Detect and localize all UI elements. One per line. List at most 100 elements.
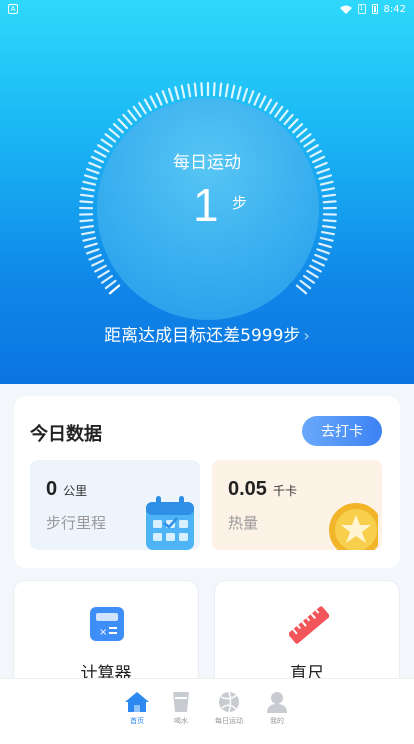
ring-tick <box>82 236 97 242</box>
home-icon <box>125 692 149 712</box>
ring-tick <box>319 236 334 242</box>
distance-stat[interactable]: 0 公里 步行里程 <box>30 460 200 550</box>
ring-tick <box>82 180 97 186</box>
tab-water[interactable]: 喝水 <box>165 691 197 744</box>
ring-tick <box>174 86 180 100</box>
ring-tick <box>167 87 174 102</box>
ring-tick <box>83 174 98 180</box>
ring-tick <box>321 193 337 198</box>
tab-exercise-label: 每日运动 <box>215 717 243 725</box>
ring-tick <box>200 82 204 97</box>
calorie-value-row: 0.05 千卡 <box>228 478 297 501</box>
ring-tick <box>91 259 105 267</box>
ring-tick <box>149 95 158 109</box>
ring-tick <box>299 133 312 143</box>
tab-water-label: 喝水 <box>174 717 188 725</box>
ring-tick <box>127 109 138 122</box>
ring-tick <box>104 133 117 143</box>
ring-tick <box>311 259 325 267</box>
ring-tick <box>283 113 294 126</box>
ring-tick <box>319 180 334 186</box>
ring-tick <box>112 123 124 134</box>
distance-value: 0 <box>46 478 58 500</box>
ring-tick <box>81 230 96 236</box>
ring-tick <box>242 87 249 102</box>
ring-tick <box>88 253 102 261</box>
ring-tick <box>79 193 95 198</box>
ring-tick <box>94 264 107 273</box>
cup-icon <box>173 692 189 712</box>
distance-value-row: 0 公里 <box>46 478 87 501</box>
ring-tick <box>100 274 114 284</box>
battery-icon <box>371 4 378 14</box>
tab-mine[interactable]: 我的 <box>261 691 293 744</box>
status-time: 8:42 <box>383 3 406 15</box>
tab-home[interactable]: 首页 <box>121 691 153 744</box>
ring-tick <box>108 284 121 295</box>
sim-icon: 1 <box>357 4 366 14</box>
star-coin-icon <box>329 503 378 550</box>
ring-tick <box>161 90 169 104</box>
step-count: 1 <box>193 179 219 231</box>
ring-tick <box>299 279 312 290</box>
ring-tick <box>117 118 129 130</box>
ring-tick <box>306 269 319 279</box>
ring-tick <box>212 82 216 97</box>
distance-unit: 公里 <box>63 484 88 498</box>
calorie-value: 0.05 <box>228 478 267 500</box>
checkin-button[interactable]: 去打卡 <box>302 416 382 446</box>
ring-tick <box>322 200 337 204</box>
ring-tick <box>278 109 289 122</box>
ring-tick <box>79 200 94 204</box>
ring-tick <box>108 128 120 138</box>
ring-tick <box>97 269 110 279</box>
ring-tick <box>264 98 273 112</box>
ring-tick <box>302 274 316 284</box>
ring-tick <box>258 95 267 109</box>
ring-tick <box>295 284 308 295</box>
ring-tick <box>132 105 142 118</box>
ring-tick <box>296 128 308 138</box>
ring-tick <box>122 113 133 126</box>
calorie-stat[interactable]: 0.05 千卡 热量 <box>212 460 382 550</box>
ring-tick <box>314 253 328 261</box>
ring-tick <box>321 225 337 229</box>
ring-tick <box>100 138 113 148</box>
ring-tick <box>79 219 94 223</box>
ring-tick <box>321 187 336 192</box>
ring-tick <box>143 98 152 112</box>
svg-text:×: × <box>99 627 107 638</box>
ring-tick <box>269 101 278 115</box>
goal-text: 距离达成目标还差5999步 <box>104 326 301 346</box>
ring-tick <box>80 187 95 192</box>
ring-tick <box>274 105 284 118</box>
tab-mine-label: 我的 <box>270 717 284 725</box>
ring-tick <box>230 84 236 99</box>
ring-tick <box>253 92 261 106</box>
ring-tick <box>84 242 98 249</box>
ring-tick <box>187 83 192 98</box>
ring-tick <box>155 92 163 106</box>
hero-title: 每日运动 <box>173 153 241 173</box>
ruler-icon <box>289 606 329 644</box>
ring-tick <box>292 123 304 134</box>
status-bar: A 1 8:42 <box>0 0 414 18</box>
ring-tick <box>86 248 100 255</box>
distance-label: 步行里程 <box>46 514 107 532</box>
goal-link[interactable]: 距离达成目标还差5999步 › <box>0 321 414 346</box>
ring-tick <box>247 90 255 104</box>
ring-tick <box>303 138 316 148</box>
ring-tick <box>236 86 242 100</box>
today-data-title: 今日数据 <box>30 424 102 445</box>
calculator-icon: × <box>90 607 124 641</box>
ring-tick <box>318 242 332 249</box>
bottom-tab-bar: 首页 喝水 每日运动 我的 <box>0 678 414 744</box>
tab-exercise[interactable]: 每日运动 <box>209 691 249 744</box>
today-data-card: 今日数据 去打卡 0 公里 步行里程 0.05 千卡 热量 <box>14 396 400 568</box>
ring-tick <box>224 83 229 98</box>
ring-tick <box>180 84 186 99</box>
ring-tick <box>287 118 299 130</box>
ring-tick <box>316 248 330 255</box>
ring-tick <box>322 219 337 223</box>
ball-icon <box>219 691 239 713</box>
